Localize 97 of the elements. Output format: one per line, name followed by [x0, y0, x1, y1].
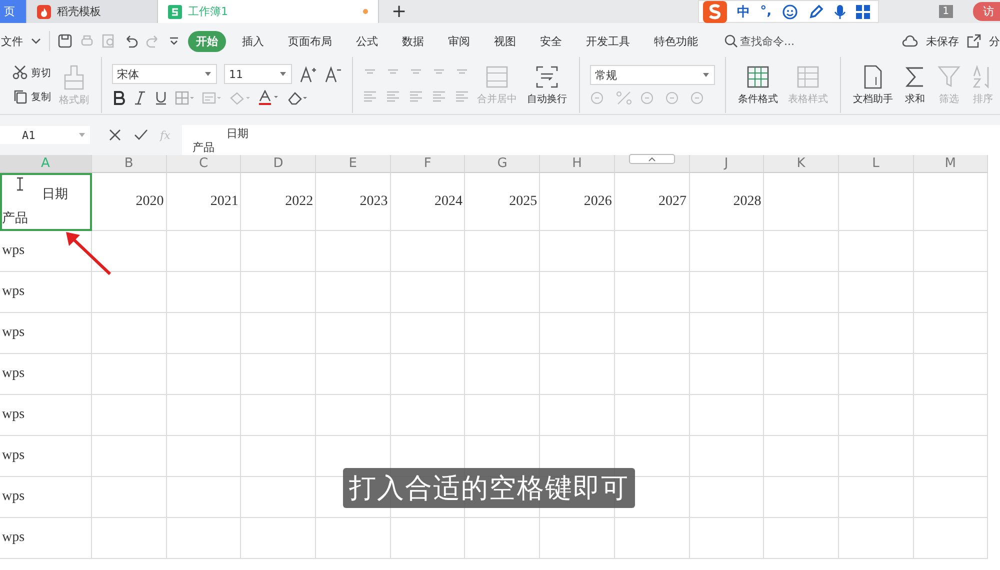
table-cell: wps — [0, 436, 92, 477]
underline-icon[interactable] — [154, 91, 168, 105]
file-menu[interactable]: 文件 — [1, 34, 23, 48]
wrap-text-icon[interactable] — [535, 64, 559, 88]
toolbar-button[interactable]: 复制 — [12, 89, 51, 105]
subtitle-caption: 打入合适的空格键即可 — [343, 468, 635, 508]
formula-field[interactable]: 日期 产品 — [182, 125, 1000, 155]
table-cell: 2024 — [390, 173, 466, 231]
increase-font-icon[interactable] — [299, 65, 317, 83]
table-cell: 2027 — [614, 173, 690, 231]
column-header[interactable]: E — [316, 155, 391, 173]
ribbon-tab[interactable]: 安全 — [532, 30, 570, 52]
ime-label[interactable]: °, — [760, 4, 772, 19]
table-cell: wps — [0, 477, 92, 518]
ribbon-tab[interactable]: 审阅 — [440, 30, 478, 52]
search-field[interactable]: 查找命令... — [724, 34, 820, 48]
sogou-logo-icon[interactable] — [703, 0, 728, 22]
ribbon-tab[interactable]: 开发工具 — [578, 30, 638, 52]
cloud-icon[interactable] — [902, 34, 918, 48]
table-cell: 2021 — [166, 173, 242, 231]
new-tab-button[interactable]: + — [379, 0, 419, 23]
text-cursor-icon[interactable] — [16, 177, 24, 191]
search-icon[interactable] — [724, 34, 738, 48]
save-icon[interactable] — [58, 34, 72, 48]
column-header[interactable]: M — [914, 155, 988, 173]
copy-icon[interactable] — [12, 89, 28, 105]
confirm-icon[interactable] — [134, 128, 148, 142]
microphone-icon[interactable] — [834, 4, 846, 20]
document-tab[interactable]: 页 — [0, 0, 27, 23]
save-status-button[interactable]: 未保存 — [926, 34, 959, 48]
table-cell: 2028 — [690, 173, 764, 231]
dropdown-icon[interactable] — [168, 35, 180, 47]
caret-icon[interactable] — [78, 132, 86, 138]
ime-label[interactable]: 中 — [737, 2, 750, 20]
borders-icon[interactable] — [175, 91, 195, 105]
table-cell: wps — [0, 313, 92, 354]
table-cell: 2026 — [540, 173, 615, 231]
caret-icon[interactable] — [702, 72, 710, 78]
italic-icon[interactable] — [133, 91, 147, 105]
table-cell: 2022 — [241, 173, 316, 231]
ribbon-tab[interactable]: 插入 — [234, 30, 272, 52]
column-header[interactable]: J — [690, 155, 764, 173]
table-cell: wps — [0, 518, 92, 559]
unsaved-dot — [363, 9, 368, 14]
table-grid-icon[interactable] — [746, 64, 770, 88]
scissors-icon[interactable] — [12, 65, 28, 81]
decrease-font-icon[interactable] — [324, 65, 342, 83]
document-tab[interactable]: 稻壳模板 — [27, 0, 158, 23]
font-name-field[interactable]: 宋体 — [112, 64, 217, 84]
table-cell: 2020 — [92, 173, 167, 231]
flame-icon[interactable] — [37, 4, 51, 18]
toolbar-button[interactable]: 自动换行 — [525, 64, 569, 106]
table-cell: 2025 — [465, 173, 540, 231]
column-header[interactable]: F — [390, 155, 466, 173]
column-header[interactable]: G — [465, 155, 540, 173]
caret-icon[interactable] — [204, 71, 212, 77]
sheet-icon[interactable] — [168, 4, 182, 18]
ribbon-tab[interactable]: 视图 — [486, 30, 524, 52]
table-cell: 2023 — [316, 173, 391, 231]
column-header[interactable]: L — [838, 155, 914, 173]
eraser-icon[interactable] — [287, 91, 309, 105]
bold-icon[interactable] — [112, 91, 126, 105]
column-header[interactable]: H — [540, 155, 615, 173]
toolbar-button[interactable]: 条件格式 — [736, 64, 780, 106]
pen-icon[interactable] — [808, 4, 824, 20]
chevron-down-icon[interactable] — [31, 37, 41, 45]
ribbon-tab[interactable]: 页面布局 — [280, 30, 340, 52]
share-button[interactable]: 分 — [989, 34, 1000, 48]
smiley-icon[interactable] — [782, 4, 798, 20]
column-header[interactable]: C — [166, 155, 242, 173]
font-color-icon[interactable] — [258, 90, 280, 106]
grid-icon[interactable] — [856, 4, 870, 18]
column-header[interactable]: B — [92, 155, 167, 173]
ribbon-tab[interactable]: 数据 — [394, 30, 432, 52]
arrow-icon — [64, 230, 114, 278]
column-header[interactable]: K — [764, 155, 839, 173]
column-header[interactable]: D — [241, 155, 316, 173]
collapse-handle-icon[interactable] — [628, 154, 675, 164]
undo-icon[interactable] — [124, 34, 138, 48]
name-box[interactable]: A1 — [0, 126, 90, 144]
table-cell: wps — [0, 395, 92, 436]
table-cell[interactable]: 日期 产品 — [0, 173, 92, 231]
window-count-badge[interactable]: 1 — [938, 5, 953, 18]
table-cell: wps — [0, 272, 92, 313]
cell-style-icon[interactable] — [202, 91, 222, 105]
toolbar-button[interactable]: 剪切 — [12, 65, 51, 81]
toolbar-button[interactable]: 求和 — [901, 64, 929, 106]
caret-icon[interactable] — [279, 71, 287, 77]
share-icon[interactable] — [967, 34, 981, 48]
ribbon-tab[interactable]: 公式 — [348, 30, 386, 52]
ribbon-tab[interactable]: 特色功能 — [646, 30, 706, 52]
font-size-field[interactable]: 11 — [224, 64, 292, 84]
cancel-icon[interactable] — [108, 128, 122, 142]
number-format-field[interactable]: 常规 — [590, 65, 715, 85]
table-cell: wps — [0, 354, 92, 395]
toolbar-button[interactable]: 文档助手 — [851, 64, 895, 106]
fill-color-icon[interactable] — [229, 91, 251, 105]
